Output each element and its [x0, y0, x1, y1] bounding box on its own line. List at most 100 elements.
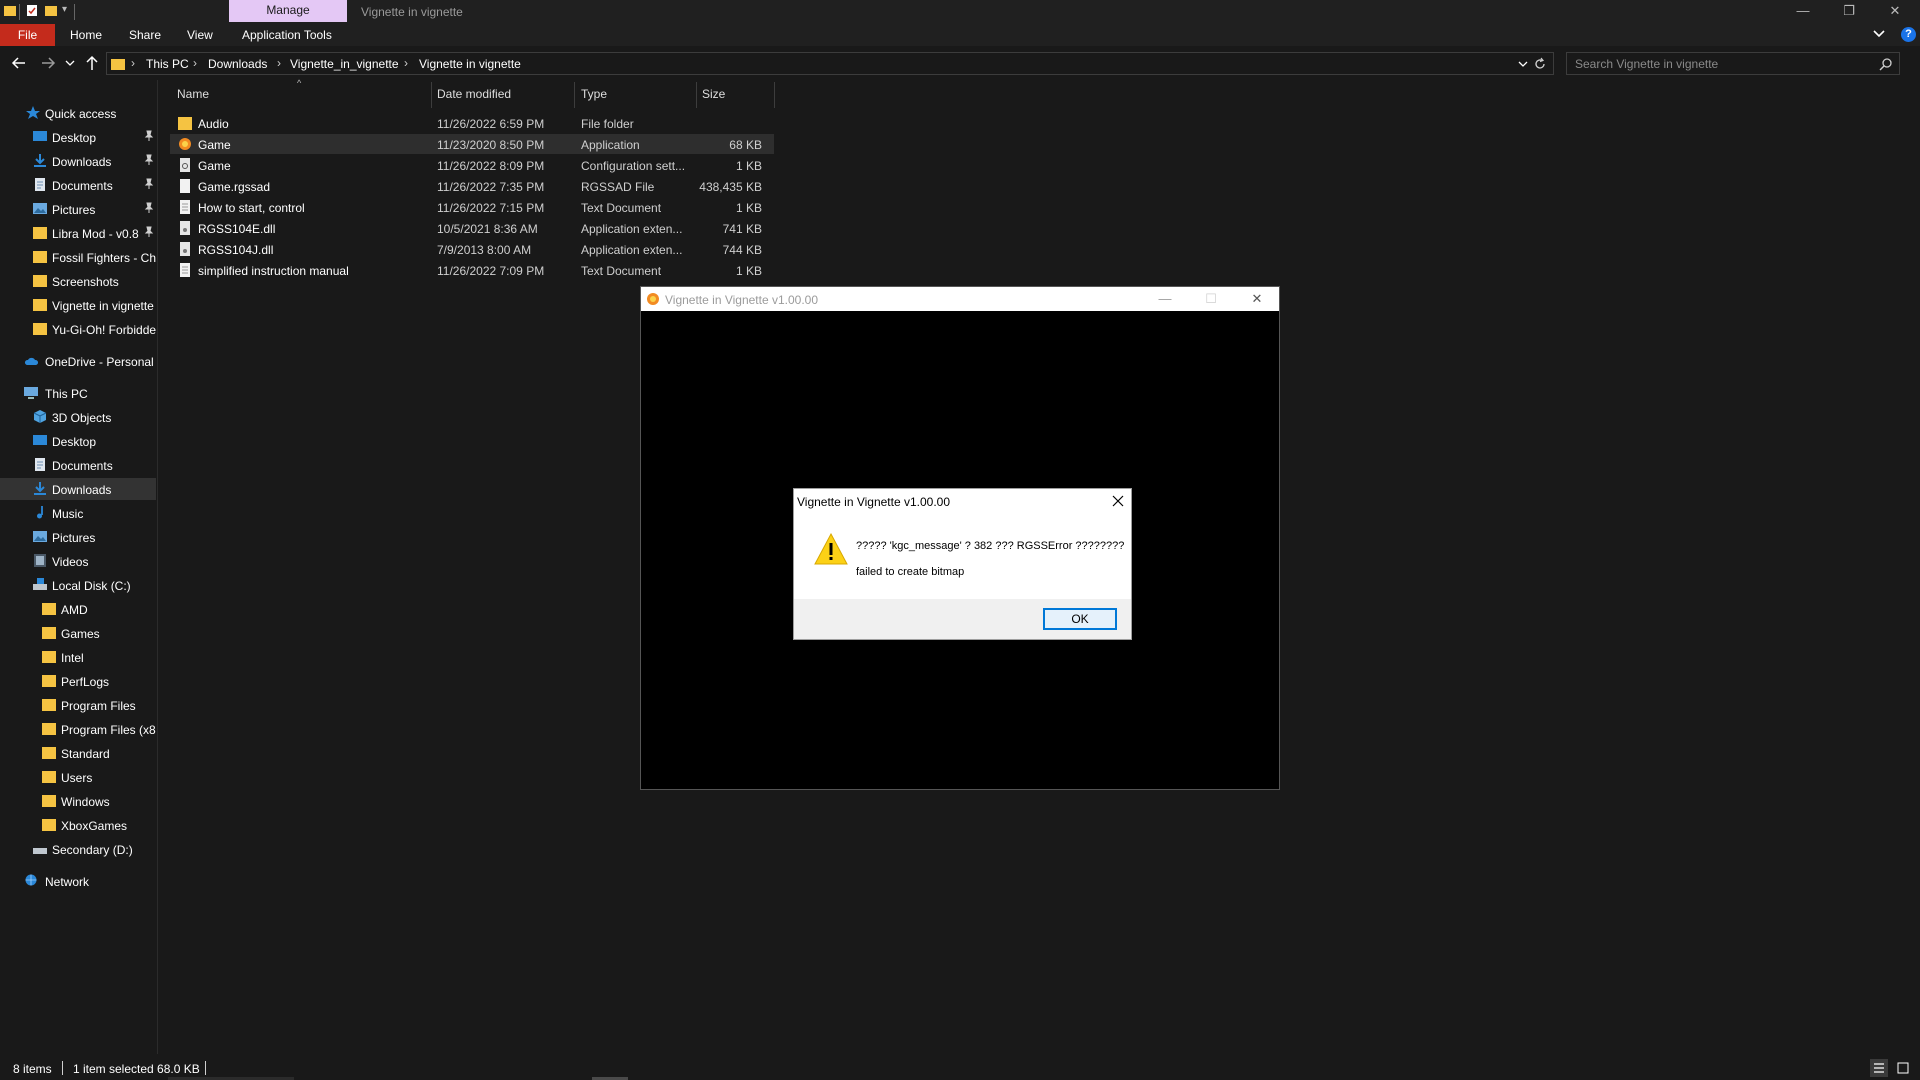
new-folder-icon[interactable] [45, 4, 57, 17]
file-row-how-to-start[interactable]: How to start, control 11/26/2022 7:15 PM… [170, 197, 774, 217]
sidebar-item-users[interactable]: Users [0, 766, 156, 788]
recent-locations-icon[interactable] [64, 52, 76, 74]
sidebar-item-program-files[interactable]: Program Files [0, 694, 156, 716]
game-maximize-button[interactable]: ☐ [1189, 287, 1233, 311]
close-button[interactable]: ✕ [1872, 0, 1918, 24]
ok-button[interactable]: OK [1043, 608, 1117, 630]
qat-dropdown[interactable]: ▾ [62, 4, 67, 20]
large-icons-view-icon[interactable] [1894, 1059, 1912, 1077]
sidebar-item-desktop-pc[interactable]: Desktop [0, 430, 156, 452]
sidebar-item-this-pc[interactable]: This PC [0, 382, 156, 404]
sidebar-item-documents-pc[interactable]: Documents [0, 454, 156, 476]
refresh-icon[interactable] [1533, 57, 1547, 71]
pin-icon[interactable] [144, 154, 154, 166]
sidebar-item-network[interactable]: Network [0, 870, 156, 892]
sidebar-item-downloads-pc[interactable]: Downloads [0, 478, 156, 500]
breadcrumb-this-pc[interactable]: This PC [146, 57, 189, 71]
sidebar-item-windows[interactable]: Windows [0, 790, 156, 812]
file-row-game-config[interactable]: Game 11/26/2022 8:09 PM Configuration se… [170, 155, 774, 175]
back-arrow-icon[interactable] [9, 52, 29, 74]
tab-view[interactable]: View [187, 24, 213, 46]
properties-icon[interactable] [26, 4, 38, 17]
file-row-rgss104j-dll[interactable]: RGSS104J.dll 7/9/2013 8:00 AM Applicatio… [170, 239, 774, 259]
sidebar-item-games[interactable]: Games [0, 622, 156, 644]
chevron-down-icon[interactable] [1872, 27, 1886, 41]
column-separator[interactable] [574, 82, 575, 108]
sidebar-item-screenshots[interactable]: Screenshots [0, 270, 156, 292]
forward-arrow-icon[interactable] [38, 52, 58, 74]
breadcrumb-separator[interactable]: › [131, 56, 135, 70]
close-icon[interactable] [1109, 492, 1127, 510]
sidebar-item-onedrive[interactable]: OneDrive - Personal [0, 350, 156, 372]
breadcrumb-separator[interactable]: › [193, 56, 197, 70]
minimize-button[interactable]: — [1780, 0, 1826, 24]
sidebar-item-documents[interactable]: Documents [0, 174, 156, 196]
column-header-name[interactable]: Name [177, 80, 209, 108]
sidebar-item-xboxgames[interactable]: XboxGames [0, 814, 156, 836]
breadcrumb-vignette-in-vignette-folder[interactable]: Vignette_in_vignette [290, 57, 399, 71]
sidebar-item-local-disk-c[interactable]: Local Disk (C:) [0, 574, 156, 596]
sidebar-item-intel[interactable]: Intel [0, 646, 156, 668]
game-window-title-bar[interactable]: Vignette in Vignette v1.00.00 — ☐ ✕ [641, 287, 1279, 311]
details-view-icon[interactable] [1870, 1059, 1888, 1077]
folder-icon [42, 819, 56, 831]
sidebar-item-fossil-fighters[interactable]: Fossil Fighters - Cha [0, 246, 156, 268]
pane-divider[interactable] [157, 80, 158, 1054]
file-row-game-application[interactable]: Game 11/23/2020 8:50 PM Application 68 K… [170, 134, 774, 154]
address-dropdown-icon[interactable] [1517, 58, 1529, 70]
sidebar-item-amd[interactable]: AMD [0, 598, 156, 620]
sidebar-item-quick-access[interactable]: Quick access [0, 102, 156, 124]
up-arrow-icon[interactable] [82, 52, 102, 74]
sidebar-item-videos[interactable]: Videos [0, 550, 156, 572]
sidebar-item-libra-mod[interactable]: Libra Mod - v0.8 [0, 222, 156, 244]
game-close-button[interactable]: ✕ [1235, 287, 1279, 311]
sidebar-item-music[interactable]: Music [0, 502, 156, 524]
breadcrumb-separator[interactable]: › [404, 56, 408, 70]
sidebar-item-standard[interactable]: Standard [0, 742, 156, 764]
pin-icon[interactable] [144, 130, 154, 142]
breadcrumb-downloads[interactable]: Downloads [208, 57, 267, 71]
restore-button[interactable]: ❐ [1826, 0, 1872, 24]
sidebar-item-pictures[interactable]: Pictures [0, 198, 156, 220]
sidebar-item-label: Fossil Fighters - Cha [52, 251, 156, 265]
column-header-type[interactable]: Type [581, 80, 607, 108]
breadcrumb-current[interactable]: Vignette in vignette [419, 57, 521, 71]
tab-share[interactable]: Share [129, 24, 161, 46]
file-row-audio[interactable]: Audio 11/26/2022 6:59 PM File folder [170, 113, 774, 133]
tab-home[interactable]: Home [70, 24, 102, 46]
file-row-game-rgssad[interactable]: Game.rgssad 11/26/2022 7:35 PM RGSSAD Fi… [170, 176, 774, 196]
tab-file[interactable]: File [0, 24, 55, 46]
tab-application-tools[interactable]: Application Tools [242, 24, 332, 46]
pin-icon[interactable] [144, 226, 154, 238]
sidebar-item-label: Secondary (D:) [52, 843, 133, 857]
sidebar-item-secondary-d[interactable]: Secondary (D:) [0, 838, 156, 860]
sidebar-item-downloads[interactable]: Downloads [0, 150, 156, 172]
download-icon [34, 482, 46, 495]
column-separator[interactable] [696, 82, 697, 108]
sidebar-item-pictures-pc[interactable]: Pictures [0, 526, 156, 548]
pin-icon[interactable] [144, 178, 154, 190]
search-icon[interactable] [1879, 57, 1893, 71]
pin-icon[interactable] [144, 202, 154, 214]
file-row-simplified-manual[interactable]: simplified instruction manual 11/26/2022… [170, 260, 774, 280]
file-row-rgss104e-dll[interactable]: RGSS104E.dll 10/5/2021 8:36 AM Applicati… [170, 218, 774, 238]
dialog-title-bar[interactable]: Vignette in Vignette v1.00.00 [794, 489, 1131, 513]
address-bar[interactable]: › This PC › Downloads › Vignette_in_vign… [106, 52, 1554, 75]
help-button[interactable]: ? [1901, 27, 1916, 42]
column-separator[interactable] [774, 82, 775, 108]
sidebar-item-program-files-x86[interactable]: Program Files (x86 [0, 718, 156, 740]
column-header-size[interactable]: Size [702, 80, 725, 108]
sidebar-item-3d-objects[interactable]: 3D Objects [0, 406, 156, 428]
sidebar-item-vignette-in-vignette[interactable]: Vignette in vignette [0, 294, 156, 316]
qat-separator [19, 4, 20, 20]
sidebar-item-yu-gi-oh[interactable]: Yu-Gi-Oh! Forbidde [0, 318, 156, 340]
search-input[interactable]: Search Vignette in vignette [1566, 52, 1900, 75]
sidebar-item-perflogs[interactable]: PerfLogs [0, 670, 156, 692]
sidebar-item-label: XboxGames [61, 819, 128, 833]
tab-manage[interactable]: Manage [229, 0, 347, 22]
game-minimize-button[interactable]: — [1143, 287, 1187, 311]
breadcrumb-separator[interactable]: › [277, 56, 281, 70]
column-separator[interactable] [431, 82, 432, 108]
column-header-date-modified[interactable]: Date modified [437, 80, 511, 108]
sidebar-item-desktop[interactable]: Desktop [0, 126, 156, 148]
